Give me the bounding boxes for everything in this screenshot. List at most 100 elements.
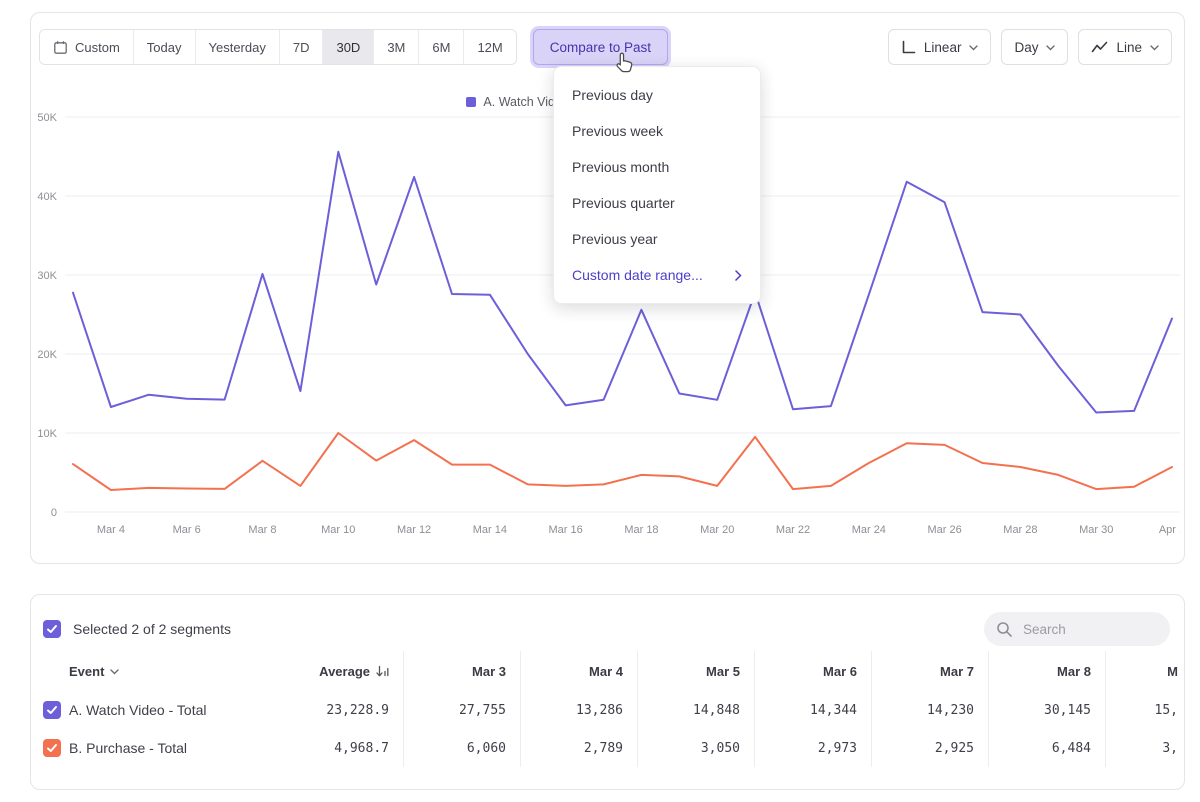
menu-item-previous-week[interactable]: Previous week [554, 113, 760, 149]
table-row: A. Watch Video - Total 23,228.927,75513,2… [31, 691, 1185, 729]
table-header-row: Event Average Mar 3Mar 4Mar 5Mar 6Mar 7M… [31, 651, 1185, 691]
toolbar-right: Linear Day Line [888, 29, 1172, 65]
segments-header: Selected 2 of 2 segments [31, 611, 1184, 647]
analytics-page: Custom TodayYesterday7D30D3M6M12M Compar… [0, 0, 1200, 802]
y-axis-tick: 0 [51, 507, 57, 519]
column-header-mar-6[interactable]: Mar 6 [754, 651, 871, 691]
row-checkbox[interactable] [43, 701, 61, 719]
scale-label: Linear [924, 40, 962, 55]
event-cell: B. Purchase - Total [31, 729, 286, 767]
range-custom-label: Custom [75, 40, 120, 55]
line-chart-icon [1091, 41, 1108, 54]
table-cell: 2,789 [520, 729, 637, 767]
y-axis-tick: 50K [37, 112, 57, 124]
scale-dropdown-button[interactable]: Linear [888, 29, 992, 65]
chart-type-dropdown-button[interactable]: Line [1078, 29, 1172, 65]
range-30d[interactable]: 30D [322, 30, 373, 64]
x-axis-tick: Mar 26 [927, 524, 961, 536]
table-cell: 27,755 [403, 691, 520, 729]
range-today[interactable]: Today [133, 30, 195, 64]
table-cell: 2,973 [754, 729, 871, 767]
x-axis-tick: Mar 8 [248, 524, 276, 536]
x-axis-tick: Mar 14 [473, 524, 507, 536]
average-cell: 4,968.7 [286, 729, 403, 767]
x-axis-tick: Mar 18 [624, 524, 658, 536]
column-header-m[interactable]: M [1105, 651, 1185, 691]
toolbar: Custom TodayYesterday7D30D3M6M12M Compar… [31, 29, 1184, 65]
column-header-mar-7[interactable]: Mar 7 [871, 651, 988, 691]
event-header-label: Event [69, 664, 104, 679]
y-axis-tick: 30K [37, 270, 57, 282]
compare-menu: Previous dayPrevious weekPrevious monthP… [553, 66, 761, 304]
column-header-mar-8[interactable]: Mar 8 [988, 651, 1105, 691]
range-7d[interactable]: 7D [279, 30, 323, 64]
chevron-right-icon [735, 270, 742, 281]
chevron-down-icon [1046, 45, 1055, 51]
select-all-checkbox[interactable] [43, 620, 61, 638]
segments-card: Selected 2 of 2 segments Event Average [30, 594, 1185, 790]
range-12m[interactable]: 12M [463, 30, 515, 64]
column-header-mar-3[interactable]: Mar 3 [403, 651, 520, 691]
menu-item-previous-quarter[interactable]: Previous quarter [554, 185, 760, 221]
table-cell: 30,145 [988, 691, 1105, 729]
series-line-b-purchase-total[interactable] [73, 433, 1172, 490]
compare-to-past-button[interactable]: Compare to Past [533, 29, 668, 65]
selected-segments-label: Selected 2 of 2 segments [73, 621, 231, 637]
chart-type-label: Line [1116, 40, 1142, 55]
x-axis-tick: Mar 30 [1079, 524, 1113, 536]
table-cell: 3, [1105, 729, 1185, 767]
range-6m[interactable]: 6M [418, 30, 463, 64]
table-row: B. Purchase - Total 4,968.76,0602,7893,05… [31, 729, 1185, 767]
average-cell: 23,228.9 [286, 691, 403, 729]
column-header-average[interactable]: Average [286, 651, 403, 691]
column-header-event[interactable]: Event [31, 651, 286, 691]
table-cell: 6,060 [403, 729, 520, 767]
row-checkbox[interactable] [43, 739, 61, 757]
event-label: A. Watch Video - Total [69, 702, 206, 718]
range-group: Custom TodayYesterday7D30D3M6M12M [39, 29, 517, 65]
menu-item-previous-day[interactable]: Previous day [554, 77, 760, 113]
x-axis-tick: Mar 24 [852, 524, 886, 536]
x-axis-tick: Mar 20 [700, 524, 734, 536]
x-axis-tick: Mar 12 [397, 524, 431, 536]
sort-icon [376, 665, 389, 678]
average-header-label: Average [319, 664, 370, 679]
range-custom[interactable]: Custom [40, 30, 133, 64]
x-axis-tick: Mar 16 [549, 524, 583, 536]
interval-label: Day [1014, 40, 1038, 55]
range-yesterday[interactable]: Yesterday [195, 30, 279, 64]
y-axis-tick: 10K [37, 428, 57, 440]
calendar-icon [53, 40, 68, 55]
x-axis-tick: Mar 22 [776, 524, 810, 536]
x-axis-tick: Mar 28 [1003, 524, 1037, 536]
event-cell: A. Watch Video - Total [31, 691, 286, 729]
chevron-down-icon [110, 669, 119, 675]
x-axis-tick: Mar 4 [97, 524, 125, 536]
x-axis-tick: Mar 6 [173, 524, 201, 536]
search-icon [996, 621, 1013, 638]
column-header-mar-4[interactable]: Mar 4 [520, 651, 637, 691]
menu-item-previous-year[interactable]: Previous year [554, 221, 760, 257]
menu-item-previous-month[interactable]: Previous month [554, 149, 760, 185]
x-axis-tick: Apr 1 [1159, 524, 1180, 536]
axes-icon [901, 40, 916, 55]
table-cell: 14,848 [637, 691, 754, 729]
table-cell: 14,230 [871, 691, 988, 729]
table-cell: 3,050 [637, 729, 754, 767]
y-axis-tick: 20K [37, 349, 57, 361]
column-header-mar-5[interactable]: Mar 5 [637, 651, 754, 691]
table-cell: 2,925 [871, 729, 988, 767]
table-cell: 6,484 [988, 729, 1105, 767]
x-axis-tick: Mar 10 [321, 524, 355, 536]
table-rows: A. Watch Video - Total 23,228.927,75513,2… [31, 691, 1184, 767]
chevron-down-icon [969, 45, 978, 51]
search-input[interactable] [1021, 621, 1155, 638]
table-cell: 14,344 [754, 691, 871, 729]
range-3m[interactable]: 3M [373, 30, 418, 64]
interval-dropdown-button[interactable]: Day [1001, 29, 1068, 65]
event-label: B. Purchase - Total [69, 740, 187, 756]
y-axis-tick: 40K [37, 191, 57, 203]
search-box [984, 612, 1170, 646]
menu-item-custom-date-range[interactable]: Custom date range... [554, 257, 760, 293]
table-cell: 13,286 [520, 691, 637, 729]
